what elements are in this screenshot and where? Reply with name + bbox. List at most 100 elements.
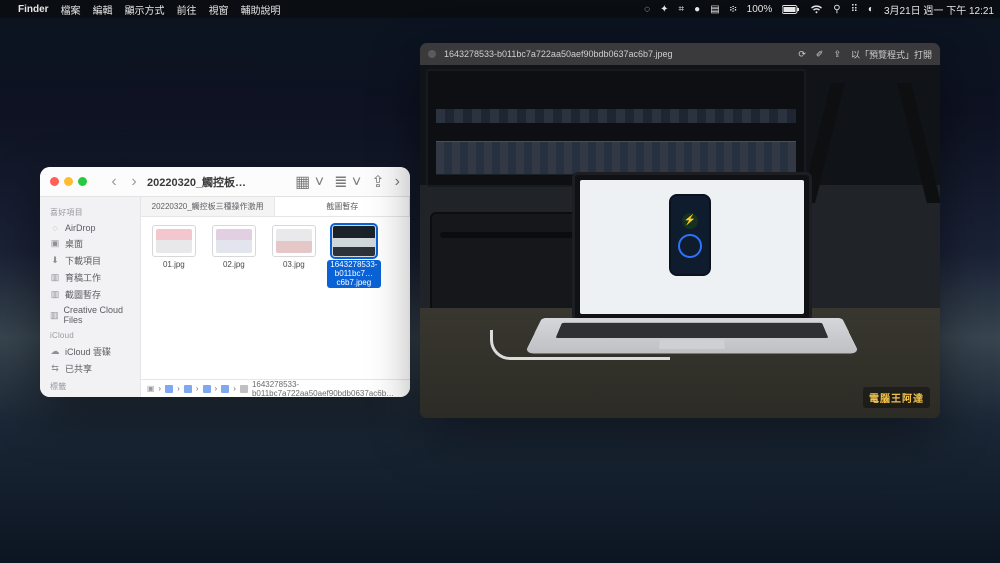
tags-icon[interactable]: ›	[395, 173, 400, 191]
desktop-icon: ▣	[50, 239, 60, 249]
sidebar-item-cc[interactable]: ▥Creative Cloud Files	[44, 303, 136, 327]
sidebar-item-label: 桌面	[65, 237, 83, 250]
close-button[interactable]	[428, 50, 436, 58]
control-center-icon[interactable]: ⠿	[851, 4, 858, 15]
folder-icon: ▥	[50, 273, 60, 283]
markup-icon[interactable]: ✐	[816, 49, 824, 60]
quicklook-content: ⚡ 電腦王阿達	[420, 65, 940, 418]
photo-monitor	[426, 69, 806, 187]
quicklook-titlebar: 1643278533-b011bc7a722aa50aef90bdb0637ac…	[420, 43, 940, 65]
zoom-button[interactable]	[78, 177, 87, 186]
back-button[interactable]: ‹	[107, 175, 121, 189]
app-name[interactable]: Finder	[18, 4, 49, 15]
spotlight-icon[interactable]: ⚲	[833, 4, 840, 15]
status-icon[interactable]: ✦	[660, 4, 668, 15]
bolt-icon: ⚡	[682, 213, 698, 229]
sidebar-item-shared[interactable]: ⇆ 已共享	[44, 360, 136, 377]
menu-help[interactable]: 輔助說明	[241, 2, 281, 17]
file-thumbnail	[152, 225, 196, 257]
share-icon[interactable]: ⇪	[833, 49, 841, 60]
desktop: Finder 檔案 編輯 顯示方式 前往 視窗 輔助說明 ◌ ✦ ⌗ ● ▤ ፨…	[0, 0, 1000, 563]
share-icon[interactable]: ⇪	[371, 172, 384, 192]
sidebar-head-tags: 標籤	[50, 381, 130, 392]
finder-toolbar: ‹ › 20220320_觸控板… ▦ ˅ ≣ ˅ ⇪ ›	[40, 167, 410, 197]
status-icon[interactable]: ፨	[730, 4, 737, 15]
menu-view[interactable]: 顯示方式	[125, 2, 165, 17]
path-sep: ›	[177, 384, 180, 393]
folder-icon	[184, 385, 192, 393]
path-sep: ›	[158, 384, 161, 393]
path-sep: ›	[233, 384, 236, 393]
path-bar[interactable]: ▣› › › › › 1643278533-b011bc7a722aa50aef…	[141, 379, 410, 397]
sidebar-item-screenshots[interactable]: ▥截圖暫存	[44, 286, 136, 303]
folder-icon	[221, 385, 229, 393]
watermark: 電腦王阿達	[863, 387, 930, 408]
finder-main: 20220320_觸控板三種操作激用 截圖暫存 01.jpg 02.jpg 03…	[141, 197, 410, 397]
file-name: 1643278533-b011bc7…c6b7.jpeg	[327, 260, 381, 288]
menu-file[interactable]: 檔案	[61, 2, 81, 17]
sidebar-item-label: AirDrop	[65, 223, 96, 233]
window-title: 20220320_觸控板…	[147, 174, 246, 190]
tab-2[interactable]: 截圖暫存	[275, 197, 410, 216]
photo-phone: ⚡	[669, 194, 711, 276]
tab-label: 20220320_觸控板三種操作激用	[152, 201, 264, 212]
minimize-button[interactable]	[64, 177, 73, 186]
sidebar-item-desktop[interactable]: ▣ 桌面	[44, 235, 136, 252]
menu-go[interactable]: 前往	[177, 2, 197, 17]
file-name: 02.jpg	[221, 260, 247, 271]
folder-icon: ▥	[50, 290, 60, 300]
shared-icon: ⇆	[50, 364, 60, 374]
folder-icon	[165, 385, 173, 393]
path-filename: 1643278533-b011bc7a722aa50aef90bdb0637ac…	[252, 380, 404, 398]
cloud-icon: ☁	[50, 347, 60, 357]
group-icon[interactable]: ≣ ˅	[334, 172, 361, 192]
sidebar-item-downloads[interactable]: ⬇下載項目	[44, 252, 136, 269]
path-sep: ›	[215, 384, 218, 393]
file-item[interactable]: 03.jpg	[267, 225, 321, 271]
sidebar-item-label: 已共享	[65, 362, 92, 375]
wifi-icon[interactable]	[810, 5, 823, 14]
status-icon[interactable]: ⌗	[679, 4, 685, 15]
siri-icon[interactable]: ◐	[868, 4, 874, 15]
file-name: 01.jpg	[161, 260, 187, 271]
file-grid[interactable]: 01.jpg 02.jpg 03.jpg 1643278533-b011bc7……	[141, 217, 410, 379]
menu-edit[interactable]: 編輯	[93, 2, 113, 17]
status-icon[interactable]: ◌	[644, 4, 650, 15]
forward-button[interactable]: ›	[127, 175, 141, 189]
sidebar-item-airdrop[interactable]: ◌ AirDrop	[44, 221, 136, 235]
image-icon	[240, 385, 248, 393]
file-item[interactable]: 01.jpg	[147, 225, 201, 271]
view-mode-icon[interactable]: ▦ ˅	[295, 172, 324, 192]
sidebar-item-label: 育稿工作	[65, 271, 101, 284]
status-icon[interactable]: ▤	[710, 4, 719, 15]
rotate-icon[interactable]: ⟳	[798, 49, 806, 60]
folder-icon: ▥	[50, 310, 59, 320]
menu-window[interactable]: 視窗	[209, 2, 229, 17]
magsafe-ring-icon	[678, 234, 702, 258]
window-controls	[40, 177, 87, 186]
tab-1[interactable]: 20220320_觸控板三種操作激用	[141, 197, 276, 216]
open-with-button[interactable]: 以「預覽程式」打開	[851, 48, 932, 61]
line-icon[interactable]: ●	[694, 4, 700, 15]
file-thumbnail	[212, 225, 256, 257]
sidebar-item-label: iCloud 雲碟	[65, 345, 111, 358]
file-thumbnail	[272, 225, 316, 257]
close-button[interactable]	[50, 177, 59, 186]
battery-percent: 100%	[747, 4, 773, 15]
sidebar-head-icloud: iCloud	[50, 331, 130, 340]
finder-sidebar: 喜好項目 ◌AirDrop ▣桌面 ⬇下載項目 ▥育稿工作 ▥截圖暫存 ▥Cre…	[40, 197, 141, 397]
menubar: Finder 檔案 編輯 顯示方式 前往 視窗 輔助說明 ◌ ✦ ⌗ ● ▤ ፨…	[0, 0, 1000, 18]
airdrop-icon: ◌	[50, 223, 60, 233]
file-item[interactable]: 02.jpg	[207, 225, 261, 271]
battery-icon	[782, 5, 800, 14]
sidebar-item-iclouddrive[interactable]: ☁ iCloud 雲碟	[44, 343, 136, 360]
path-sep: ›	[196, 384, 199, 393]
quicklook-window[interactable]: 1643278533-b011bc7a722aa50aef90bdb0637ac…	[420, 43, 940, 418]
sidebar-item-label: 下載項目	[65, 254, 101, 267]
photo-laptop: ⚡	[542, 172, 842, 372]
sidebar-item-work[interactable]: ▥ 育稿工作	[44, 269, 136, 286]
file-name: 03.jpg	[281, 260, 307, 271]
finder-window[interactable]: ‹ › 20220320_觸控板… ▦ ˅ ≣ ˅ ⇪ › 喜好項目 ◌AirD…	[40, 167, 410, 397]
file-item-selected[interactable]: 1643278533-b011bc7…c6b7.jpeg	[327, 225, 381, 288]
clock[interactable]: 3月21日 週一 下午 12:21	[884, 2, 994, 17]
